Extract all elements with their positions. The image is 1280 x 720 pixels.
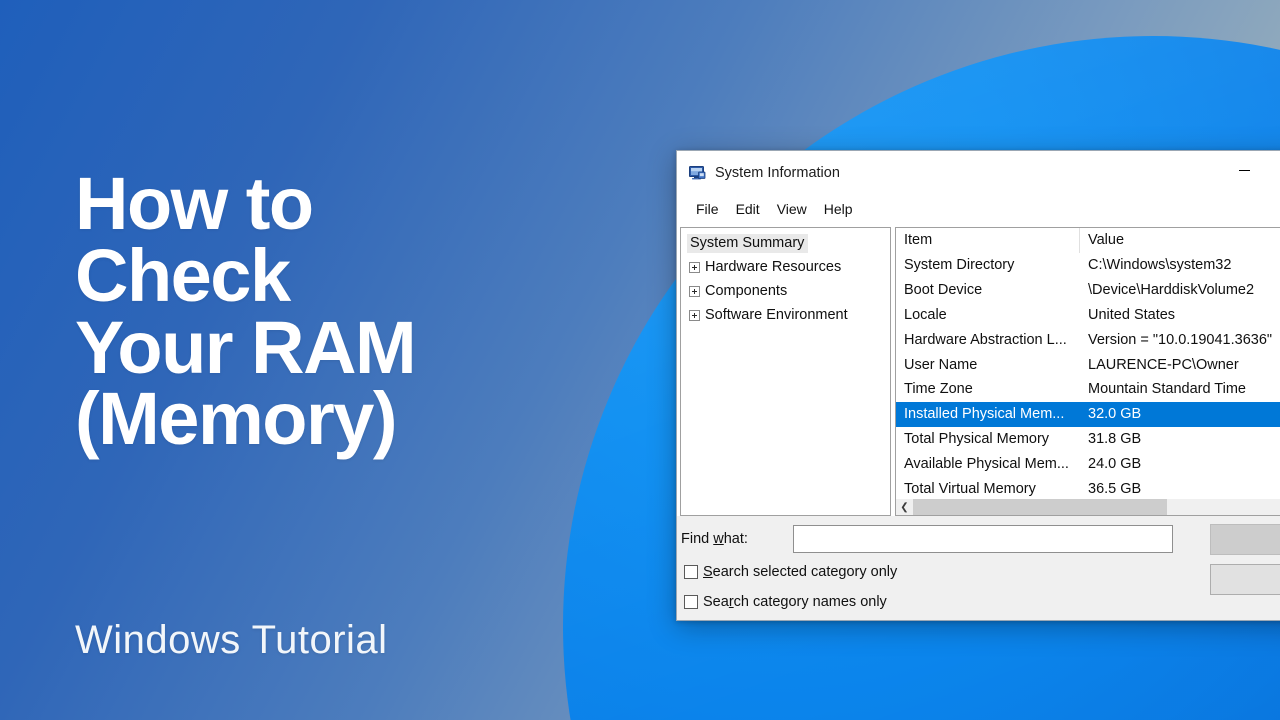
minimize-icon: [1239, 170, 1250, 171]
tree-item-label: Components: [705, 283, 788, 299]
checkbox-search-selected-category[interactable]: Search selected category only: [677, 560, 1280, 584]
checkbox-text: earch selected category only: [712, 564, 898, 580]
table-row[interactable]: Time Zone Mountain Standard Time: [896, 377, 1280, 402]
find-row: Find what:: [677, 524, 1280, 554]
tree-item-label: System Summary: [687, 233, 809, 253]
menu-view[interactable]: View: [769, 199, 815, 219]
page-title: How to Check Your RAM (Memory): [75, 162, 595, 461]
menu-edit[interactable]: Edit: [728, 199, 768, 219]
tree-item-components[interactable]: Components: [681, 279, 890, 303]
checkbox-label: Search category names only: [703, 594, 887, 610]
table-row[interactable]: Installed Physical Mem... 32.0 GB: [896, 401, 1280, 427]
tree-item-label: Software Environment: [705, 307, 848, 323]
details-list: Item Value System Directory C:\Windows\sy…: [895, 227, 1280, 516]
expand-plus-icon[interactable]: [689, 285, 700, 297]
table-row[interactable]: System Directory C:\Windows\system32: [896, 253, 1280, 278]
checkbox-search-category-names[interactable]: Search category names only: [677, 590, 1280, 614]
cell-value: 24.0 GB: [1088, 455, 1142, 472]
list-rows[interactable]: System Directory C:\Windows\system32 Boot …: [896, 253, 1280, 498]
find-bar: Find what: Search selected category only…: [677, 516, 1280, 620]
column-header-item[interactable]: Item: [896, 228, 1080, 253]
tree-item-hardware-resources[interactable]: Hardware Resources: [681, 255, 890, 279]
titlebar-left: System Information: [677, 151, 840, 181]
find-input[interactable]: [793, 525, 1173, 553]
cell-item: Available Physical Mem...: [904, 455, 1069, 472]
cell-item: Hardware Abstraction L...: [904, 331, 1067, 348]
menubar: File Edit View Help: [677, 197, 1280, 221]
table-row[interactable]: Available Physical Mem... 24.0 GB: [896, 451, 1280, 476]
checkbox-box[interactable]: [684, 565, 698, 579]
chevron-left-icon[interactable]: ❮: [896, 499, 913, 515]
scrollbar-thumb[interactable]: [913, 499, 1167, 515]
expand-plus-icon[interactable]: [689, 309, 700, 321]
system-information-icon: [689, 165, 706, 181]
find-button[interactable]: Find: [1210, 524, 1280, 555]
find-what-label: Find what:: [681, 531, 793, 547]
table-row[interactable]: User Name LAURENCE-PC\Owner: [896, 352, 1280, 377]
find-label-prefix: Find: [681, 531, 714, 547]
table-row[interactable]: Hardware Abstraction L... Version = "10.0…: [896, 327, 1280, 352]
minimize-button[interactable]: [1221, 151, 1268, 184]
checkbox-accel: S: [703, 564, 713, 580]
system-information-window: System Information File Edit View Help S…: [676, 150, 1280, 621]
scrollbar-track[interactable]: [913, 499, 1280, 515]
cell-item: Time Zone: [904, 381, 973, 398]
cell-item: Installed Physical Mem...: [904, 406, 1065, 423]
find-buttons: Find Close Find: [1210, 524, 1280, 595]
close-find-button[interactable]: Close Find: [1210, 564, 1280, 595]
title-line-4: (Memory): [75, 377, 398, 461]
cell-item: Total Virtual Memory: [904, 480, 1036, 497]
find-label-suffix: hat:: [723, 531, 748, 547]
menu-help[interactable]: Help: [816, 199, 861, 219]
find-label-accel: w: [713, 531, 724, 547]
window-titlebar[interactable]: System Information: [677, 151, 1280, 197]
cell-value: Version = "10.0.19041.3636": [1088, 331, 1273, 348]
title-line-2: Check: [75, 233, 291, 317]
cell-value: United States: [1088, 306, 1176, 323]
cell-item: System Directory: [904, 257, 1015, 274]
cell-item: Total Physical Memory: [904, 430, 1050, 447]
table-row[interactable]: Total Physical Memory 31.8 GB: [896, 427, 1280, 452]
checkbox-box[interactable]: [684, 595, 698, 609]
cell-item: Locale: [904, 306, 947, 323]
title-line-1: How to: [75, 162, 314, 245]
table-row[interactable]: Boot Device \Device\HarddiskVolume2: [896, 278, 1280, 303]
horizontal-scrollbar[interactable]: ❮: [896, 498, 1280, 515]
cell-value: C:\Windows\system32: [1088, 257, 1232, 274]
promo-block: How to Check Your RAM (Memory): [75, 162, 595, 461]
cell-value: Mountain Standard Time: [1088, 381, 1246, 398]
tree-item-label: Hardware Resources: [705, 259, 842, 275]
table-row[interactable]: Locale United States: [896, 303, 1280, 328]
cell-value: 32.0 GB: [1088, 406, 1142, 423]
expand-plus-icon[interactable]: [689, 261, 700, 273]
window-title: System Information: [715, 165, 840, 181]
menu-file[interactable]: File: [688, 199, 727, 219]
checkbox-text: ch category names only: [733, 594, 887, 610]
table-row[interactable]: Total Virtual Memory 36.5 GB: [896, 476, 1280, 498]
cell-value: 31.8 GB: [1088, 430, 1142, 447]
tree-item-system-summary[interactable]: System Summary: [681, 231, 890, 255]
title-line-3: Your RAM: [75, 305, 417, 389]
tree-item-software-environment[interactable]: Software Environment: [681, 303, 890, 327]
cell-item: Boot Device: [904, 282, 983, 299]
column-header-value[interactable]: Value: [1080, 228, 1280, 253]
content-panes: System Summary Hardware Resources Compon…: [677, 221, 1280, 516]
maximize-button[interactable]: [1268, 151, 1280, 184]
list-column-headers: Item Value: [896, 228, 1280, 253]
category-tree[interactable]: System Summary Hardware Resources Compon…: [680, 227, 891, 516]
cell-item: User Name: [904, 356, 978, 373]
cell-value: 36.5 GB: [1088, 480, 1142, 497]
cell-value: \Device\HarddiskVolume2: [1088, 282, 1255, 299]
checkbox-text-prefix: Sea: [703, 594, 729, 610]
checkbox-label: Search selected category only: [703, 564, 897, 580]
window-controls: [1221, 151, 1280, 184]
page-subtitle: Windows Tutorial: [75, 618, 388, 662]
cell-value: LAURENCE-PC\Owner: [1088, 356, 1239, 373]
